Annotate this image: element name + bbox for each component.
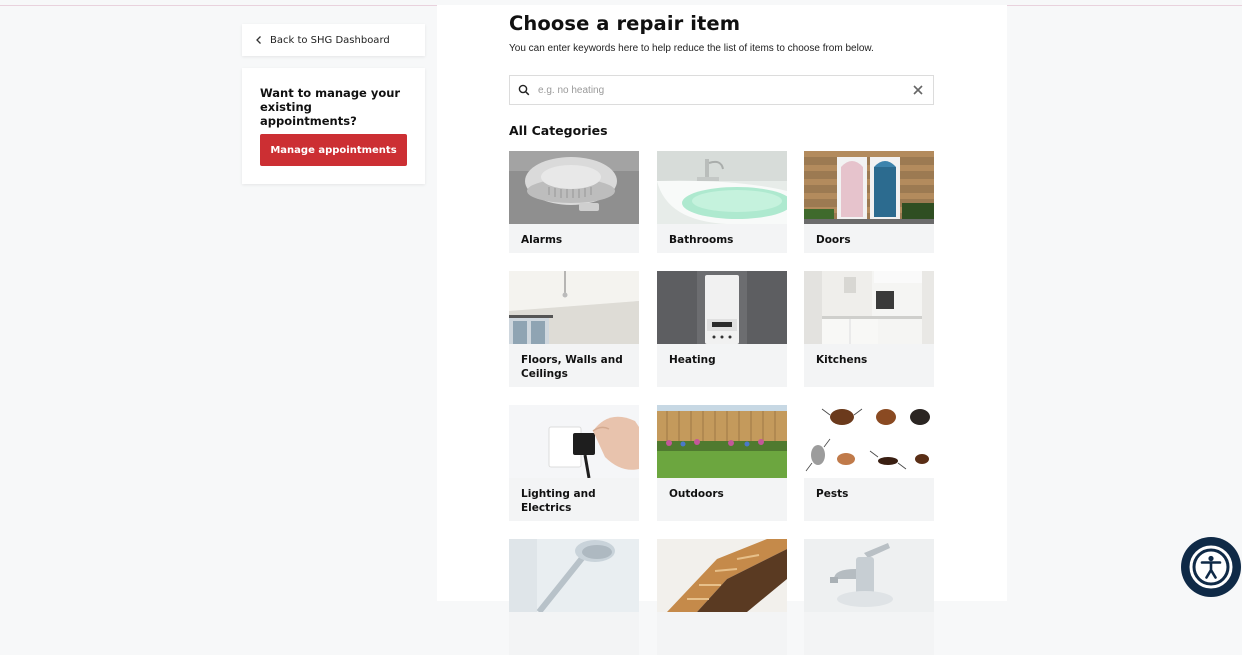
empty-room-image <box>509 271 639 344</box>
manage-appointments-question: Want to manage your existing appointment… <box>260 86 401 128</box>
front-doors-image <box>804 151 934 224</box>
category-tile-shower[interactable] <box>509 539 639 655</box>
search-box <box>509 75 934 105</box>
category-label: Kitchens <box>816 354 868 366</box>
category-label: Pests <box>816 488 849 500</box>
category-tile-doors[interactable]: Doors <box>804 151 934 253</box>
category-tile-kitchens[interactable]: Kitchens <box>804 271 934 387</box>
insects-image <box>804 405 934 478</box>
category-tile-taps[interactable] <box>804 539 934 655</box>
category-tile-heating[interactable]: Heating <box>657 271 787 387</box>
category-tile-outdoors[interactable]: Outdoors <box>657 405 787 521</box>
category-tile-bathrooms[interactable]: Bathrooms <box>657 151 787 253</box>
page-title: Choose a repair item <box>509 12 741 35</box>
main-panel: Choose a repair item You can enter keywo… <box>437 5 1007 655</box>
manage-appointments-card: Want to manage your existing appointment… <box>242 68 425 184</box>
close-icon[interactable] <box>911 83 925 97</box>
category-label: Heating <box>669 354 716 366</box>
category-label: Alarms <box>521 234 563 246</box>
tap-image <box>804 539 934 612</box>
smoke-alarm-image <box>509 151 639 224</box>
manage-appointments-button[interactable]: Manage appointments <box>260 134 407 166</box>
category-tile-lighting-electrics[interactable]: Lighting and Electrics <box>509 405 639 521</box>
category-tile-stairs[interactable] <box>657 539 787 655</box>
category-label: Outdoors <box>669 488 724 500</box>
category-label: Bathrooms <box>669 234 734 246</box>
back-to-dashboard-label: Back to SHG Dashboard <box>270 34 390 46</box>
accessibility-icon <box>1189 545 1233 589</box>
shower-head-image <box>509 539 639 612</box>
search-icon <box>518 84 530 96</box>
category-label: Floors, Walls and Ceilings <box>521 354 623 380</box>
category-tile-alarms[interactable]: Alarms <box>509 151 639 253</box>
accessibility-button[interactable] <box>1181 537 1241 597</box>
page-subtitle: You can enter keywords here to help redu… <box>509 43 874 54</box>
chevron-left-icon <box>256 36 261 44</box>
garden-fence-image <box>657 405 787 478</box>
category-label: Doors <box>816 234 851 246</box>
boiler-image <box>657 271 787 344</box>
category-label: Lighting and Electrics <box>521 488 596 514</box>
bathtub-image <box>657 151 787 224</box>
search-input[interactable] <box>538 84 911 96</box>
categories-heading: All Categories <box>509 123 608 138</box>
kitchen-image <box>804 271 934 344</box>
staircase-image <box>657 539 787 612</box>
category-tile-pests[interactable]: Pests <box>804 405 934 521</box>
category-tile-floors-walls-ceilings[interactable]: Floors, Walls and Ceilings <box>509 271 639 387</box>
back-to-dashboard-link[interactable]: Back to SHG Dashboard <box>242 24 425 56</box>
plug-socket-image <box>509 405 639 478</box>
